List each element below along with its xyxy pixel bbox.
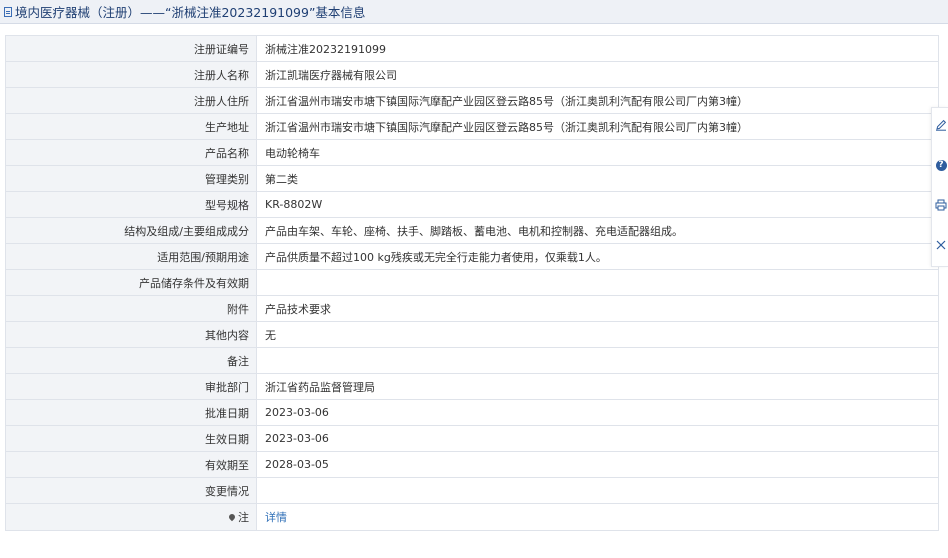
pin-icon — [227, 512, 237, 522]
row-value — [256, 347, 939, 374]
row-value: 电动轮椅车 — [256, 139, 939, 166]
table-row: 批准日期 2023-03-06 — [5, 399, 939, 426]
note-label-cell: 注 — [5, 503, 257, 531]
row-value — [256, 477, 939, 504]
row-label: 适用范围/预期用途 — [5, 243, 257, 270]
row-value: 浙江省温州市瑞安市塘下镇国际汽摩配产业园区登云路85号（浙江奥凯利汽配有限公司厂… — [256, 87, 939, 114]
row-value: 浙江省药品监督管理局 — [256, 373, 939, 400]
table-row: 产品名称 电动轮椅车 — [5, 139, 939, 166]
table-row-note: 注 详情 — [5, 503, 939, 531]
row-label: 型号规格 — [5, 191, 257, 218]
row-value: 第二类 — [256, 165, 939, 192]
row-value: 无 — [256, 321, 939, 348]
edit-icon[interactable] — [934, 118, 948, 132]
table-row: 结构及组成/主要组成成分 产品由车架、车轮、座椅、扶手、脚踏板、蓄电池、电机和控… — [5, 217, 939, 244]
help-icon[interactable]: ? — [934, 158, 948, 172]
table-row: 产品储存条件及有效期 — [5, 269, 939, 296]
row-label: 生产地址 — [5, 113, 257, 140]
document-icon — [4, 6, 12, 17]
row-label: 注册人名称 — [5, 61, 257, 88]
print-icon[interactable] — [934, 198, 948, 212]
page-header: 境内医疗器械（注册）——“浙械注准20232191099”基本信息 — [0, 0, 948, 24]
table-row: 适用范围/预期用途 产品供质量不超过100 kg残疾或无完全行走能力者使用，仅乘… — [5, 243, 939, 270]
table-row: 管理类别 第二类 — [5, 165, 939, 192]
row-label: 产品储存条件及有效期 — [5, 269, 257, 296]
note-label: 注 — [238, 511, 249, 524]
row-label: 注册证编号 — [5, 35, 257, 62]
row-label: 管理类别 — [5, 165, 257, 192]
info-table: 注册证编号 浙械注准20232191099 注册人名称 浙江凯瑞医疗器械有限公司… — [5, 35, 939, 531]
table-row: 注册人名称 浙江凯瑞医疗器械有限公司 — [5, 61, 939, 88]
table-row: 备注 — [5, 347, 939, 374]
table-row: 附件 产品技术要求 — [5, 295, 939, 322]
row-value: 浙江凯瑞医疗器械有限公司 — [256, 61, 939, 88]
row-label: 注册人住所 — [5, 87, 257, 114]
table-row: 审批部门 浙江省药品监督管理局 — [5, 373, 939, 400]
row-value — [256, 269, 939, 296]
table-row: 其他内容 无 — [5, 321, 939, 348]
row-label: 有效期至 — [5, 451, 257, 478]
row-value: 产品由车架、车轮、座椅、扶手、脚踏板、蓄电池、电机和控制器、充电适配器组成。 — [256, 217, 939, 244]
row-label: 批准日期 — [5, 399, 257, 426]
row-value: 浙江省温州市瑞安市塘下镇国际汽摩配产业园区登云路85号（浙江奥凯利汽配有限公司厂… — [256, 113, 939, 140]
row-label: 其他内容 — [5, 321, 257, 348]
row-label: 附件 — [5, 295, 257, 322]
row-label: 生效日期 — [5, 425, 257, 452]
table-row: 注册人住所 浙江省温州市瑞安市塘下镇国际汽摩配产业园区登云路85号（浙江奥凯利汽… — [5, 87, 939, 114]
row-value: 产品供质量不超过100 kg残疾或无完全行走能力者使用，仅乘载1人。 — [256, 243, 939, 270]
row-value: 产品技术要求 — [256, 295, 939, 322]
row-label: 审批部门 — [5, 373, 257, 400]
row-label: 备注 — [5, 347, 257, 374]
row-label: 结构及组成/主要组成成分 — [5, 217, 257, 244]
row-value: 2028-03-05 — [256, 451, 939, 478]
note-value-cell: 详情 — [256, 503, 939, 531]
help-glyph: ? — [935, 159, 947, 171]
side-toolbar: ? — [931, 107, 948, 267]
row-value: 2023-03-06 — [256, 425, 939, 452]
table-row: 生效日期 2023-03-06 — [5, 425, 939, 452]
details-link[interactable]: 详情 — [265, 511, 287, 524]
table-row: 注册证编号 浙械注准20232191099 — [5, 35, 939, 62]
table-row: 有效期至 2028-03-05 — [5, 451, 939, 478]
page-title: 境内医疗器械（注册）——“浙械注准20232191099”基本信息 — [15, 5, 366, 20]
row-label: 变更情况 — [5, 477, 257, 504]
close-icon[interactable] — [934, 238, 948, 252]
row-value: KR-8802W — [256, 191, 939, 218]
table-row: 型号规格 KR-8802W — [5, 191, 939, 218]
row-value: 浙械注准20232191099 — [256, 35, 939, 62]
row-label: 产品名称 — [5, 139, 257, 166]
table-row: 生产地址 浙江省温州市瑞安市塘下镇国际汽摩配产业园区登云路85号（浙江奥凯利汽配… — [5, 113, 939, 140]
row-value: 2023-03-06 — [256, 399, 939, 426]
table-row: 变更情况 — [5, 477, 939, 504]
